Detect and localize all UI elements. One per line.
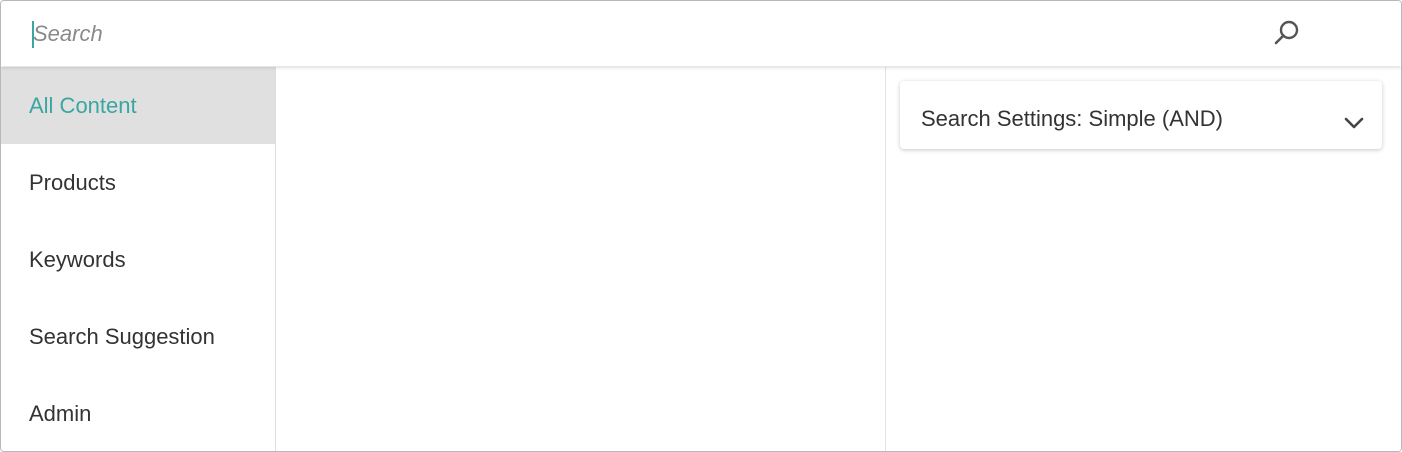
chevron-down-icon[interactable]: [1343, 116, 1365, 130]
search-settings-label: Search Settings: Simple (AND): [921, 106, 1223, 131]
text-cursor: [32, 21, 34, 48]
content-type-nav: All Content Products Keywords Search Sug…: [1, 67, 276, 451]
settings-column: Search Settings: Simple (AND): [886, 67, 1401, 451]
nav-item-admin[interactable]: Admin: [1, 375, 275, 451]
nav-item-all-content[interactable]: All Content: [1, 67, 275, 144]
results-column: [276, 67, 886, 451]
nav-item-products[interactable]: Products: [1, 144, 275, 221]
search-settings-dropdown[interactable]: Search Settings: Simple (AND): [900, 81, 1382, 149]
search-bar: [1, 1, 1401, 66]
search-input[interactable]: [29, 15, 1233, 53]
search-dropdown-panel: All Content Products Keywords Search Sug…: [0, 0, 1402, 452]
nav-item-search-suggestion[interactable]: Search Suggestion: [1, 298, 275, 375]
nav-item-keywords[interactable]: Keywords: [1, 221, 275, 298]
search-icon[interactable]: [1269, 17, 1303, 51]
